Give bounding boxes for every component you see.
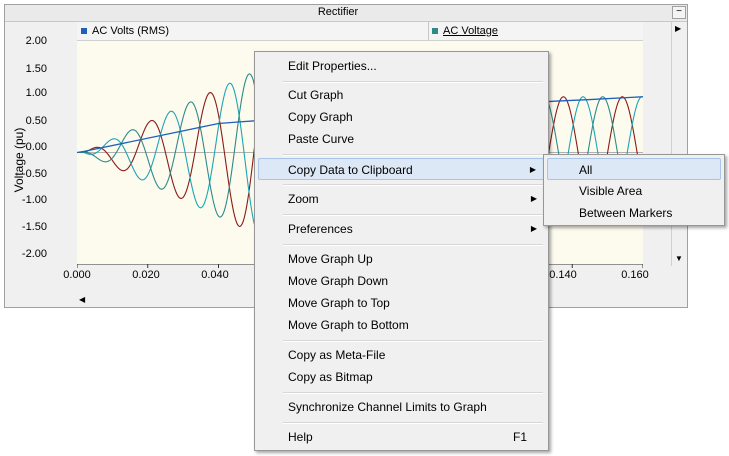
submenu-item-label: All (579, 163, 593, 177)
menu-item-label: Move Graph Down (288, 274, 389, 288)
menu-separator (283, 214, 543, 216)
x-tick-label: 0.040 (201, 269, 229, 281)
menu-separator (283, 81, 543, 83)
x-tick-label: 0.020 (132, 269, 160, 281)
menu-item-copy-as-meta-file[interactable]: Copy as Meta-File (258, 344, 545, 366)
menu-item-shortcut: F1 (512, 430, 527, 444)
y-tick-label: -1.00 (21, 194, 47, 206)
y-tick-label: 0.00 (25, 141, 47, 153)
menu-item-help[interactable]: Help F1 (258, 426, 545, 448)
y-tick-label: -1.50 (21, 221, 47, 233)
menu-separator (283, 422, 543, 424)
legend-item-ac-voltage[interactable]: AC Voltage (432, 25, 498, 37)
submenu-arrow-icon: ▶ (530, 224, 537, 233)
submenu-item-visible-area[interactable]: Visible Area (547, 180, 721, 202)
menu-item-label: Help (288, 430, 313, 444)
menu-item-label: Synchronize Channel Limits to Graph (288, 400, 487, 414)
legend-item-ac-volts-rms[interactable]: AC Volts (RMS) (81, 25, 169, 37)
menu-item-copy-graph[interactable]: Copy Graph (258, 106, 545, 128)
menu-item-label: Move Graph to Bottom (288, 318, 409, 332)
legend-bar: AC Volts (RMS) AC Voltage (77, 22, 643, 41)
menu-item-preferences[interactable]: Preferences ▶ (258, 218, 545, 240)
menu-item-edit-properties[interactable]: Edit Properties... (258, 55, 545, 77)
menu-item-label: Copy Data to Clipboard (288, 163, 413, 177)
y-axis-label: Voltage (pu) (12, 127, 26, 193)
menu-item-label: Zoom (288, 192, 319, 206)
menu-item-label: Edit Properties... (288, 59, 377, 73)
menu-item-move-graph-up[interactable]: Move Graph Up (258, 248, 545, 270)
menu-separator (283, 154, 543, 156)
submenu-arrow-icon: ▶ (530, 194, 537, 203)
y-tick-label: 2.00 (25, 35, 47, 47)
y-tick-label: -0.50 (21, 168, 47, 180)
y-tick-label: 1.50 (25, 63, 47, 75)
menu-item-zoom[interactable]: Zoom ▶ (258, 188, 545, 210)
y-tick-label: 0.50 (25, 115, 47, 127)
submenu-item-all[interactable]: All (547, 158, 721, 180)
menu-separator (283, 392, 543, 394)
submenu-arrow-icon: ▶ (529, 165, 536, 174)
minimize-button[interactable]: − (672, 6, 686, 19)
vertical-scrollbar[interactable]: ▶ ▼ (671, 22, 688, 266)
x-tick-label: 0.160 (621, 269, 649, 281)
menu-item-synchronize-channel-limits[interactable]: Synchronize Channel Limits to Graph (258, 396, 545, 418)
legend-swatch-icon (81, 28, 87, 34)
menu-item-cut-graph[interactable]: Cut Graph (258, 84, 545, 106)
menu-item-move-graph-to-bottom[interactable]: Move Graph to Bottom (258, 314, 545, 336)
y-tick-label: 1.00 (25, 87, 47, 99)
menu-item-paste-curve[interactable]: Paste Curve (258, 128, 545, 150)
context-menu: Edit Properties... Cut Graph Copy Graph … (254, 51, 549, 451)
menu-item-label: Copy Graph (288, 110, 353, 124)
menu-item-label: Copy as Meta-File (288, 348, 386, 362)
menu-item-label: Copy as Bitmap (288, 370, 373, 384)
submenu-item-label: Visible Area (579, 184, 643, 198)
copy-data-submenu: All Visible Area Between Markers (543, 154, 725, 226)
scroll-down-arrow-icon[interactable]: ▼ (675, 254, 683, 263)
submenu-item-label: Between Markers (579, 206, 673, 220)
menu-item-copy-as-bitmap[interactable]: Copy as Bitmap (258, 366, 545, 388)
legend-label: AC Volts (RMS) (92, 25, 170, 37)
menu-separator (283, 340, 543, 342)
menu-item-label: Cut Graph (288, 88, 344, 102)
menu-item-label: Move Graph to Top (288, 296, 390, 310)
legend-label: AC Voltage (443, 25, 499, 37)
menu-item-move-graph-to-top[interactable]: Move Graph to Top (258, 292, 545, 314)
legend-swatch-icon (432, 28, 438, 34)
menu-item-move-graph-down[interactable]: Move Graph Down (258, 270, 545, 292)
submenu-item-between-markers[interactable]: Between Markers (547, 202, 721, 224)
x-tick-label: 0.000 (63, 269, 91, 281)
scroll-right-arrow-icon[interactable]: ▶ (675, 24, 681, 33)
menu-separator (283, 244, 543, 246)
menu-item-label: Paste Curve (288, 132, 355, 146)
y-tick-label: -2.00 (21, 248, 47, 260)
legend-divider (428, 22, 429, 40)
menu-item-label: Move Graph Up (288, 252, 373, 266)
scroll-left-arrow-icon[interactable]: ◀ (79, 295, 85, 304)
menu-item-label: Preferences (288, 222, 353, 236)
menu-separator (283, 184, 543, 186)
panel-titlebar: Rectifier − (5, 5, 687, 22)
menu-item-copy-data-to-clipboard[interactable]: Copy Data to Clipboard ▶ (258, 158, 545, 180)
panel-title: Rectifier (317, 6, 359, 18)
